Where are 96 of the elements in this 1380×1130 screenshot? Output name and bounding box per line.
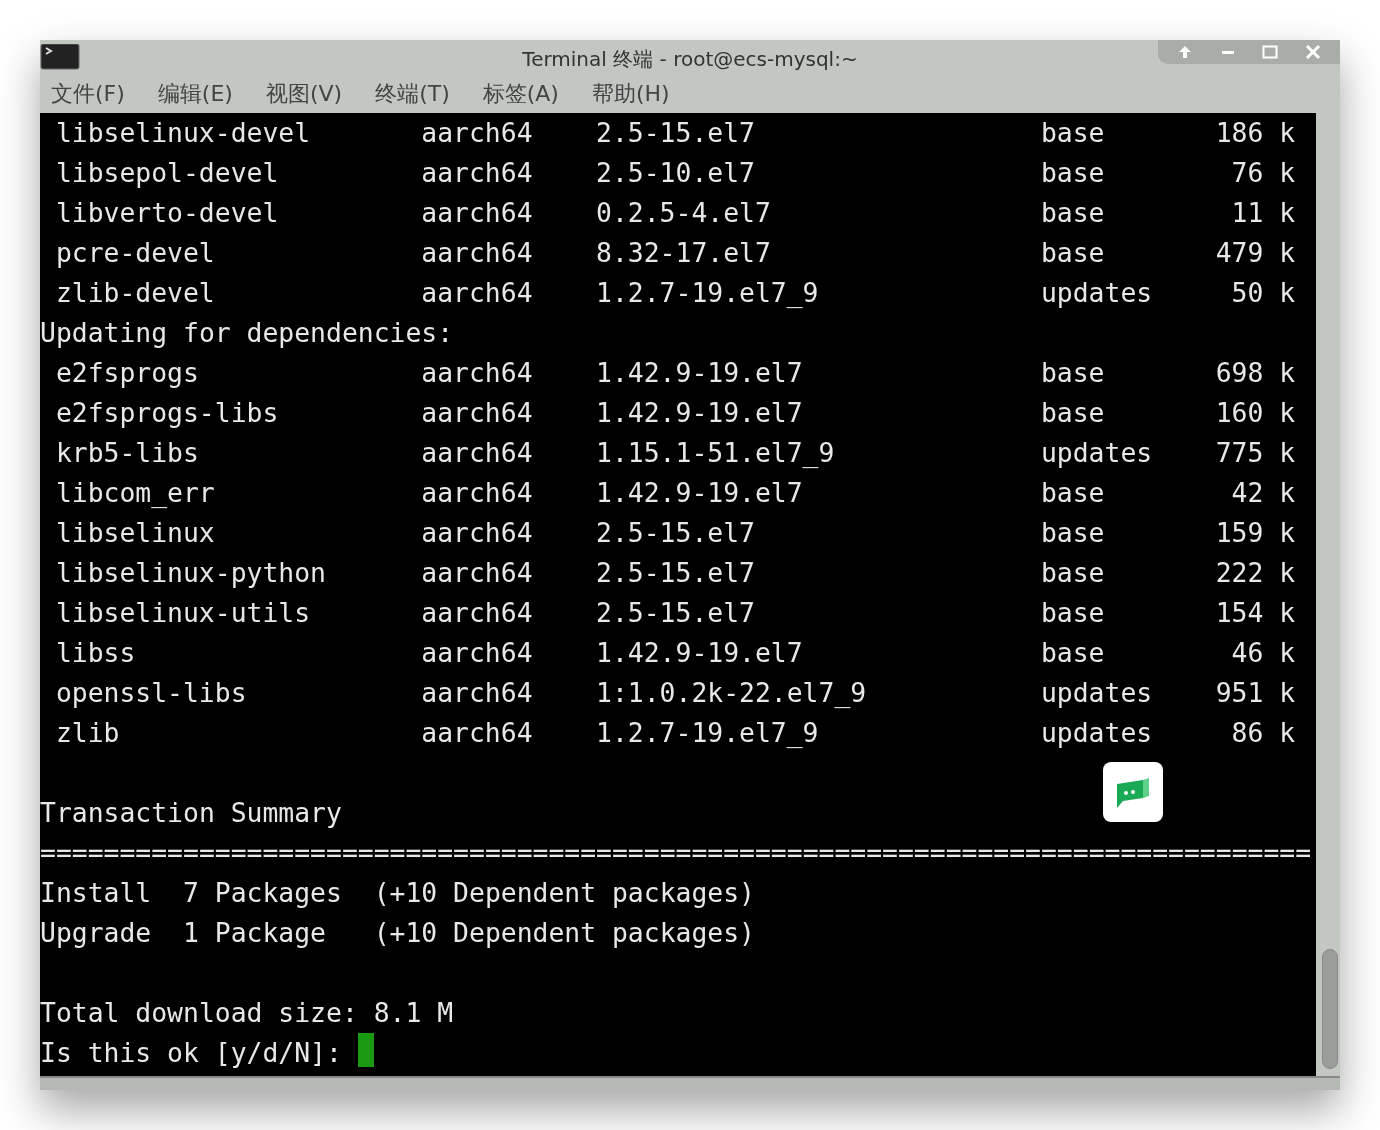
package-version: 2.5-10.el7 bbox=[596, 156, 756, 191]
package-version: 1.2.7-19.el7_9 bbox=[596, 716, 820, 751]
package-arch: aarch64 bbox=[421, 436, 534, 471]
package-size: 159 k bbox=[1214, 516, 1296, 551]
minimize-icon[interactable] bbox=[1220, 50, 1235, 54]
package-name: zlib bbox=[54, 716, 121, 751]
package-repo: base bbox=[1040, 516, 1106, 551]
package-size: 11 k bbox=[1230, 196, 1296, 231]
package-arch: aarch64 bbox=[421, 156, 534, 191]
package-repo: base bbox=[1040, 556, 1106, 591]
package-repo: base bbox=[1040, 476, 1106, 511]
package-size: 50 k bbox=[1230, 276, 1296, 311]
package-version: 2.5-15.el7 bbox=[596, 516, 756, 551]
package-name: libss bbox=[54, 636, 137, 671]
package-arch: aarch64 bbox=[421, 116, 534, 151]
package-arch: aarch64 bbox=[421, 516, 534, 551]
package-size: 222 k bbox=[1214, 556, 1296, 591]
window-title: Terminal 终端 - root@ecs-mysql:~ bbox=[522, 46, 858, 73]
package-size: 775 k bbox=[1214, 436, 1296, 471]
up-arrow-icon[interactable] bbox=[1178, 45, 1193, 59]
package-version: 2.5-15.el7 bbox=[596, 116, 756, 151]
package-repo: base bbox=[1040, 196, 1106, 231]
package-version: 1.42.9-19.el7 bbox=[596, 396, 804, 431]
package-repo: base bbox=[1040, 116, 1106, 151]
package-size: 479 k bbox=[1214, 236, 1296, 271]
package-repo: updates bbox=[1040, 676, 1154, 711]
package-repo: base bbox=[1040, 156, 1106, 191]
terminal-line: Install 7 Packages (+10 Dependent packages) bbox=[40, 876, 755, 911]
package-arch: aarch64 bbox=[421, 676, 534, 711]
package-version: 2.5-15.el7 bbox=[596, 596, 756, 631]
package-version: 1.42.9-19.el7 bbox=[596, 636, 804, 671]
package-size: 76 k bbox=[1230, 156, 1296, 191]
package-name: e2fsprogs bbox=[54, 356, 200, 391]
package-size: 951 k bbox=[1214, 676, 1296, 711]
terminal-line: Updating for dependencies: bbox=[40, 316, 454, 351]
package-version: 1:1.0.2k-22.el7_9 bbox=[596, 676, 868, 711]
package-repo: updates bbox=[1040, 436, 1154, 471]
package-arch: aarch64 bbox=[421, 556, 534, 591]
menu-item[interactable]: 帮助(H) bbox=[586, 78, 675, 109]
menu-item[interactable]: 标签(A) bbox=[477, 78, 564, 109]
package-repo: updates bbox=[1040, 276, 1154, 311]
package-repo: base bbox=[1040, 636, 1106, 671]
package-name: krb5-libs bbox=[54, 436, 200, 471]
package-size: 154 k bbox=[1214, 596, 1296, 631]
package-size: 186 k bbox=[1214, 116, 1296, 151]
package-name: pcre-devel bbox=[54, 236, 216, 271]
package-name: e2fsprogs-libs bbox=[54, 396, 280, 431]
terminal-line: ================================================================================ bbox=[40, 836, 1312, 871]
package-name: openssl-libs bbox=[54, 676, 248, 711]
package-name: libselinux-utils bbox=[54, 596, 312, 631]
package-name: libselinux-devel bbox=[54, 116, 312, 151]
menu-item[interactable]: 编辑(E) bbox=[152, 78, 238, 109]
terminal-icon bbox=[40, 44, 80, 71]
package-size: 160 k bbox=[1214, 396, 1296, 431]
menu-item[interactable]: 终端(T) bbox=[370, 78, 455, 109]
menu-item[interactable]: 文件(F) bbox=[46, 78, 130, 109]
package-size: 698 k bbox=[1214, 356, 1296, 391]
package-version: 8.32-17.el7 bbox=[596, 236, 772, 271]
package-arch: aarch64 bbox=[421, 716, 534, 751]
package-name: libsepol-devel bbox=[54, 156, 280, 191]
package-arch: aarch64 bbox=[421, 476, 534, 511]
package-version: 2.5-15.el7 bbox=[596, 556, 756, 591]
scrollbar-thumb[interactable] bbox=[1322, 949, 1338, 1070]
package-name: libselinux bbox=[54, 516, 216, 551]
chat-app-icon[interactable] bbox=[1103, 762, 1163, 822]
maximize-icon[interactable] bbox=[1262, 45, 1279, 59]
close-icon[interactable] bbox=[1304, 44, 1321, 60]
package-arch: aarch64 bbox=[421, 596, 534, 631]
package-arch: aarch64 bbox=[421, 396, 534, 431]
package-size: 46 k bbox=[1230, 636, 1296, 671]
package-arch: aarch64 bbox=[421, 276, 534, 311]
package-version: 1.2.7-19.el7_9 bbox=[596, 276, 820, 311]
package-arch: aarch64 bbox=[421, 236, 534, 271]
package-name: zlib-devel bbox=[54, 276, 216, 311]
package-repo: base bbox=[1040, 396, 1106, 431]
terminal-line: Upgrade 1 Package (+10 Dependent packages) bbox=[40, 916, 755, 951]
package-repo: updates bbox=[1040, 716, 1154, 751]
package-version: 1.42.9-19.el7 bbox=[596, 356, 804, 391]
package-size: 86 k bbox=[1230, 716, 1296, 751]
package-version: 0.2.5-4.el7 bbox=[596, 196, 772, 231]
package-arch: aarch64 bbox=[421, 636, 534, 671]
package-arch: aarch64 bbox=[421, 356, 534, 391]
terminal-line: Total download size: 8.1 M bbox=[40, 996, 454, 1031]
prompt-text: Is this ok [y/d/N]: bbox=[40, 1036, 342, 1071]
package-name: libselinux-python bbox=[54, 556, 327, 591]
package-repo: base bbox=[1040, 236, 1106, 271]
package-repo: base bbox=[1040, 356, 1106, 391]
menu-item[interactable]: 视图(V) bbox=[260, 78, 348, 109]
package-name: libcom_err bbox=[54, 476, 216, 511]
terminal-line: Transaction Summary bbox=[40, 796, 342, 831]
package-arch: aarch64 bbox=[421, 196, 534, 231]
package-repo: base bbox=[1040, 596, 1106, 631]
package-name: libverto-devel bbox=[54, 196, 280, 231]
package-size: 42 k bbox=[1230, 476, 1296, 511]
package-version: 1.42.9-19.el7 bbox=[596, 476, 804, 511]
package-version: 1.15.1-51.el7_9 bbox=[596, 436, 836, 471]
